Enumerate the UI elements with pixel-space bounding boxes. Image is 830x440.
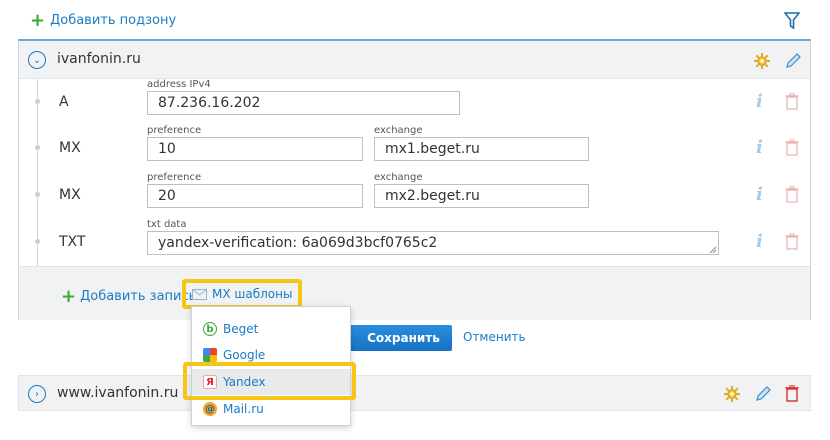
envelope-icon — [192, 288, 207, 300]
zone-panel: ⌄ ivanfonin.ru A address IPv4 87.236.16.… — [18, 39, 811, 320]
record-type: MX — [59, 187, 81, 203]
record-type: MX — [59, 140, 81, 156]
info-icon[interactable]: i — [756, 231, 763, 252]
field-label: preference — [147, 172, 202, 183]
expand-icon[interactable]: › — [28, 385, 46, 403]
info-icon[interactable]: i — [756, 91, 763, 112]
trash-icon[interactable] — [785, 139, 799, 156]
add-subzone-label: Добавить подзону — [50, 13, 177, 28]
dropdown-item-label: Beget — [223, 322, 259, 336]
gear-icon[interactable] — [723, 385, 741, 403]
zone-panel-collapsed: › www.ivanfonin.ru — [18, 375, 811, 411]
trash-icon[interactable] — [785, 93, 799, 110]
add-record-bar: + Добавить запись MX шаблоны — [19, 266, 810, 320]
field-label: exchange — [374, 125, 423, 136]
google-logo-icon — [203, 348, 217, 362]
field-label: address IPv4 — [147, 79, 211, 90]
zone-header: ⌄ ivanfonin.ru — [19, 41, 810, 79]
dropdown-item-label: Google — [223, 348, 266, 362]
mx-templates-label: MX шаблоны — [212, 287, 293, 301]
plus-icon: + — [61, 285, 77, 307]
dropdown-item-label: Mail.ru — [223, 402, 264, 416]
dns-record-row: MX preference 20 exchange mx2.beget.ru i — [19, 172, 810, 218]
add-subzone-link[interactable]: + Добавить подзону — [30, 9, 177, 31]
txt-data-textarea[interactable]: yandex-verification: 6a069d3bcf0765c2 — [147, 231, 719, 255]
info-icon[interactable]: i — [756, 137, 763, 158]
info-icon[interactable]: i — [756, 184, 763, 205]
beget-logo-icon: b — [203, 322, 217, 336]
edit-pencil-icon[interactable] — [784, 52, 802, 70]
dns-record-row: TXT txt data yandex-verification: 6a069d… — [19, 219, 810, 265]
filter-icon[interactable] — [784, 12, 800, 30]
zone-name: www.ivanfonin.ru — [57, 385, 179, 401]
zone-name: ivanfonin.ru — [57, 51, 141, 67]
trash-icon[interactable] — [785, 385, 799, 402]
plus-icon: + — [30, 9, 46, 31]
collapse-icon[interactable]: ⌄ — [28, 51, 46, 69]
top-toolbar: + Добавить подзону — [0, 0, 830, 40]
cancel-link[interactable]: Отменить — [463, 330, 526, 344]
mailru-logo-icon: @ — [203, 402, 217, 416]
preference-input[interactable]: 20 — [147, 184, 363, 208]
preference-input[interactable]: 10 — [147, 137, 363, 161]
exchange-input[interactable]: mx1.beget.ru — [374, 137, 589, 161]
record-type: A — [59, 94, 69, 110]
add-record-link[interactable]: + Добавить запись — [61, 285, 197, 307]
mx-templates-button[interactable]: MX шаблоны — [182, 279, 302, 309]
record-type: TXT — [59, 234, 86, 250]
add-record-label: Добавить запись — [80, 289, 197, 304]
ipv4-address-input[interactable]: 87.236.16.202 — [147, 91, 460, 115]
exchange-input[interactable]: mx2.beget.ru — [374, 184, 589, 208]
gear-icon[interactable] — [753, 52, 771, 70]
field-label: preference — [147, 125, 202, 136]
dns-record-row: A address IPv4 87.236.16.202 i — [19, 79, 810, 125]
highlight-frame — [183, 362, 356, 400]
dns-record-row: MX preference 10 exchange mx1.beget.ru i — [19, 125, 810, 171]
edit-pencil-icon[interactable] — [754, 385, 772, 403]
dropdown-item-beget[interactable]: b Beget — [192, 316, 350, 342]
trash-icon[interactable] — [785, 186, 799, 203]
resize-handle-icon[interactable] — [709, 246, 717, 254]
trash-icon[interactable] — [785, 233, 799, 250]
field-label: txt data — [147, 219, 187, 230]
field-label: exchange — [374, 172, 423, 183]
